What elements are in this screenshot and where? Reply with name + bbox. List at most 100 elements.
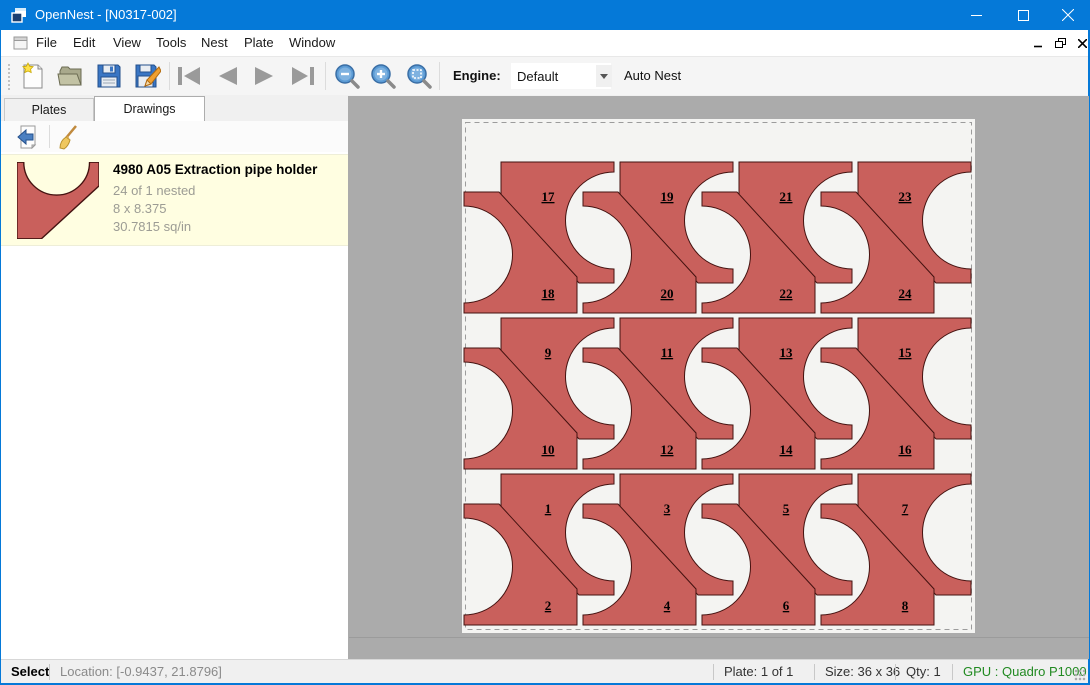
tab-drawings[interactable]: Drawings — [94, 96, 205, 121]
drawing-nested-count: 24 of 1 nested — [113, 183, 195, 198]
auto-nest-button[interactable]: Auto Nest — [618, 66, 687, 85]
menu-view[interactable]: View — [113, 35, 141, 50]
status-plate: Plate: 1 of 1 — [724, 664, 793, 679]
save-as-button[interactable] — [131, 61, 163, 91]
plate-view[interactable]: 171819202122232491011121314151612345678 — [349, 96, 1089, 659]
engine-label: Engine: — [453, 68, 501, 83]
part-number-label: 23 — [899, 189, 913, 204]
part-number-label: 13 — [780, 345, 794, 360]
part-number-label: 12 — [661, 442, 674, 457]
next-arrow-icon — [253, 66, 277, 86]
close-button[interactable] — [1045, 0, 1090, 30]
panel-tabs: Plates Drawings — [1, 96, 348, 121]
menu-tools[interactable]: Tools — [156, 35, 186, 50]
open-folder-icon — [57, 63, 85, 89]
drawing-size: 8 x 8.375 — [113, 201, 167, 216]
document-window-icon[interactable] — [13, 35, 29, 51]
window-title: OpenNest - [N0317-002] — [35, 7, 177, 22]
part-number-label: 10 — [542, 442, 555, 457]
toolbar-separator — [169, 62, 170, 90]
part-number-label: 16 — [899, 442, 913, 457]
minimize-button[interactable] — [953, 0, 999, 30]
status-mode: Select — [11, 664, 49, 679]
next-plate-button[interactable] — [249, 61, 281, 91]
drawing-area: 30.7815 sq/in — [113, 219, 191, 234]
zoom-out-button[interactable] — [331, 61, 363, 91]
panel-toolbar-separator — [49, 125, 50, 148]
status-separator — [713, 664, 714, 680]
drawing-list-item[interactable]: 4980 A05 Extraction pipe holder 24 of 1 … — [1, 154, 348, 246]
new-nest-button[interactable] — [17, 61, 49, 91]
zoom-extents-button[interactable] — [403, 61, 435, 91]
part-number-label: 15 — [899, 345, 913, 360]
part-number-label: 3 — [664, 501, 671, 516]
last-arrow-icon — [290, 66, 316, 86]
part-number-label: 19 — [661, 189, 675, 204]
menu-plate[interactable]: Plate — [244, 35, 274, 50]
child-minimize-button[interactable] — [1029, 34, 1047, 52]
tab-plates[interactable]: Plates — [4, 98, 94, 121]
import-drawing-icon — [16, 125, 40, 149]
part-number-label: 6 — [783, 598, 790, 613]
part-number-label: 18 — [542, 286, 556, 301]
app-window: OpenNest - [N0317-002] File Edit View To… — [0, 0, 1090, 685]
status-location: Location: [-0.9437, 21.8796] — [60, 664, 222, 679]
status-qty: Qty: 1 — [906, 664, 941, 679]
part-number-label: 20 — [661, 286, 674, 301]
open-button[interactable] — [55, 61, 87, 91]
drawings-toolbar — [1, 121, 348, 152]
save-button[interactable] — [93, 61, 125, 91]
part-number-label: 5 — [783, 501, 790, 516]
status-bar: Select Location: [-0.9437, 21.8796] Plat… — [1, 659, 1088, 683]
part-number-label: 24 — [899, 286, 913, 301]
status-separator — [49, 664, 50, 680]
zoom-extents-icon — [406, 63, 432, 89]
toolbar-separator — [439, 62, 440, 90]
child-close-button[interactable] — [1073, 34, 1090, 52]
save-edit-icon — [134, 63, 161, 89]
part-number-label: 1 — [545, 501, 552, 516]
left-panel: Plates Drawings — [1, 96, 349, 659]
canvas-divider — [349, 637, 1089, 638]
first-arrow-icon — [176, 66, 202, 86]
child-restore-button[interactable] — [1051, 34, 1069, 52]
zoom-in-button[interactable] — [367, 61, 399, 91]
menu-nest[interactable]: Nest — [201, 35, 228, 50]
title-bar: OpenNest - [N0317-002] — [1, 0, 1088, 30]
menu-window[interactable]: Window — [289, 35, 335, 50]
drawing-thumbnail — [17, 162, 99, 242]
part-number-label: 4 — [664, 598, 671, 613]
engine-dropdown-arrow[interactable] — [596, 65, 612, 87]
part-number-label: 7 — [902, 501, 909, 516]
toolbar-grip[interactable] — [7, 63, 11, 90]
part-number-label: 8 — [902, 598, 909, 613]
status-separator — [895, 664, 896, 680]
part-number-label: 9 — [545, 345, 552, 360]
previous-plate-button[interactable] — [211, 61, 243, 91]
part-number-label: 21 — [780, 189, 793, 204]
part-number-label: 22 — [780, 286, 793, 301]
last-plate-button[interactable] — [287, 61, 319, 91]
nest-canvas[interactable]: 171819202122232491011121314151612345678 — [349, 96, 1089, 659]
toolbar-separator — [325, 62, 326, 90]
drawing-title: 4980 A05 Extraction pipe holder — [113, 162, 317, 177]
part-number-label: 17 — [542, 189, 556, 204]
import-drawing-button[interactable] — [13, 123, 43, 150]
zoom-in-icon — [370, 63, 396, 89]
chevron-down-icon — [600, 74, 608, 79]
first-plate-button[interactable] — [173, 61, 205, 91]
engine-value: Default — [517, 69, 558, 84]
part-number-label: 14 — [780, 442, 794, 457]
status-separator — [814, 664, 815, 680]
previous-arrow-icon — [215, 66, 239, 86]
part-number-label: 2 — [545, 598, 552, 613]
maximize-button[interactable] — [1000, 0, 1046, 30]
menu-file[interactable]: File — [36, 35, 57, 50]
broom-icon — [56, 124, 80, 150]
menu-edit[interactable]: Edit — [73, 35, 95, 50]
clear-drawings-button[interactable] — [53, 123, 83, 150]
new-document-icon — [20, 62, 46, 90]
resize-grip[interactable] — [1074, 669, 1086, 681]
zoom-out-icon — [334, 63, 360, 89]
menu-bar: File Edit View Tools Nest Plate Window — [1, 30, 1088, 56]
